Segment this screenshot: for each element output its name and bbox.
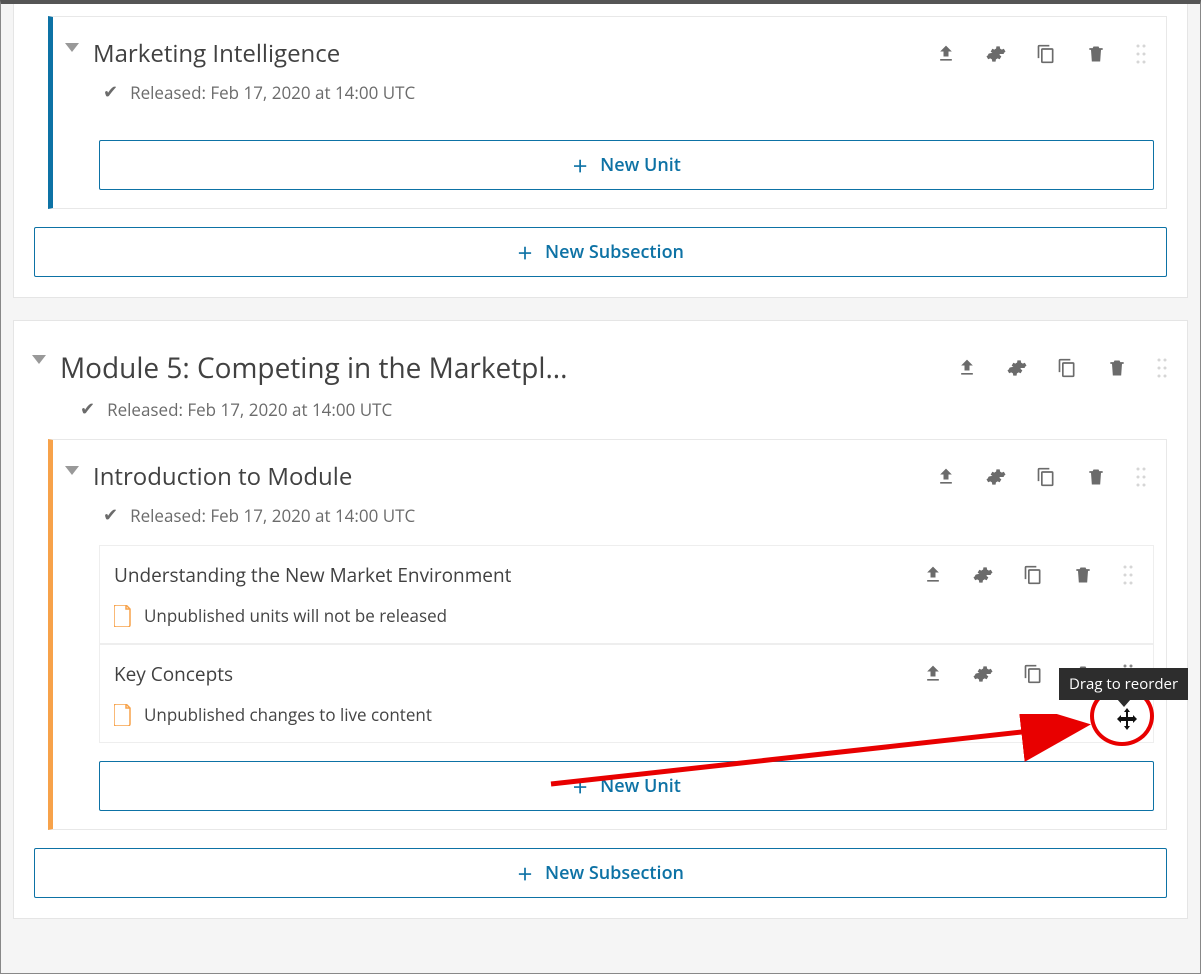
- unit-actions: [923, 564, 1133, 586]
- new-unit-label: New Unit: [600, 774, 681, 798]
- unit-title[interactable]: Key Concepts: [114, 661, 923, 687]
- section-card-module5: Module 5: Competing in the Marketpl... ✔…: [13, 320, 1188, 919]
- drag-handle-icon[interactable]: [1136, 43, 1146, 65]
- copy-icon[interactable]: [1023, 565, 1043, 585]
- caret-icon[interactable]: [65, 466, 79, 475]
- released-text: Released: Feb 17, 2020 at 14:00 UTC: [107, 398, 392, 421]
- unit-warning-text: Unpublished units will not be released: [144, 604, 447, 627]
- unit-warning-text: Unpublished changes to live content: [144, 703, 432, 726]
- check-icon: ✔: [103, 80, 118, 104]
- gear-icon[interactable]: [1007, 358, 1027, 378]
- subsection-title[interactable]: Introduction to Module: [93, 460, 936, 493]
- new-subsection-label: New Subsection: [545, 240, 684, 264]
- new-subsection-label: New Subsection: [545, 861, 684, 885]
- unit-key-concepts: Key Concepts Unpublished changes to live…: [99, 644, 1154, 743]
- unit-title[interactable]: Understanding the New Market Environment: [114, 562, 923, 588]
- released-text: Released: Feb 17, 2020 at 14:00 UTC: [130, 81, 415, 104]
- trash-icon[interactable]: [1086, 467, 1106, 487]
- trash-icon[interactable]: [1086, 44, 1106, 64]
- new-unit-button[interactable]: ＋ New Unit: [99, 140, 1154, 190]
- gear-icon[interactable]: [986, 44, 1006, 64]
- gear-icon[interactable]: [973, 664, 993, 684]
- drag-handle-icon[interactable]: [1123, 564, 1133, 586]
- plus-icon: ＋: [517, 861, 533, 885]
- caret-icon[interactable]: [65, 43, 79, 52]
- gear-icon[interactable]: [973, 565, 993, 585]
- subsection-actions: [936, 43, 1146, 65]
- gear-icon[interactable]: [986, 467, 1006, 487]
- unit-understanding-market: Understanding the New Market Environment…: [99, 545, 1154, 644]
- trash-icon[interactable]: [1073, 565, 1093, 585]
- publish-icon[interactable]: [923, 664, 943, 684]
- tooltip-drag-reorder: Drag to reorder: [1059, 668, 1188, 700]
- released-text: Released: Feb 17, 2020 at 14:00 UTC: [130, 504, 415, 527]
- plus-icon: ＋: [572, 153, 588, 177]
- plus-icon: ＋: [517, 240, 533, 264]
- file-warning-icon: [114, 605, 132, 627]
- publish-icon[interactable]: [936, 467, 956, 487]
- plus-icon: ＋: [572, 774, 588, 798]
- trash-icon[interactable]: [1107, 358, 1127, 378]
- copy-icon[interactable]: [1036, 44, 1056, 64]
- copy-icon[interactable]: [1057, 358, 1077, 378]
- copy-icon[interactable]: [1023, 664, 1043, 684]
- subsection-intro-module: Introduction to Module ✔ Released: Feb 1…: [48, 439, 1167, 830]
- subsection-actions: [936, 466, 1146, 488]
- new-subsection-button[interactable]: ＋ New Subsection: [34, 227, 1167, 277]
- section-actions: [957, 357, 1167, 379]
- new-unit-label: New Unit: [600, 153, 681, 177]
- copy-icon[interactable]: [1036, 467, 1056, 487]
- drag-handle-icon[interactable]: [1157, 357, 1167, 379]
- section-card-partial: Marketing Intelligence ✔ Released: Feb 1…: [13, 4, 1188, 298]
- new-unit-button[interactable]: ＋ New Unit: [99, 761, 1154, 811]
- drag-handle-icon[interactable]: [1136, 466, 1146, 488]
- subsection-title[interactable]: Marketing Intelligence: [93, 37, 936, 70]
- file-warning-icon: [114, 704, 132, 726]
- section-title[interactable]: Module 5: Competing in the Marketpl...: [60, 349, 957, 387]
- check-icon: ✔: [80, 397, 95, 421]
- publish-icon[interactable]: [923, 565, 943, 585]
- publish-icon[interactable]: [957, 358, 977, 378]
- publish-icon[interactable]: [936, 44, 956, 64]
- caret-icon[interactable]: [32, 355, 46, 364]
- new-subsection-button[interactable]: ＋ New Subsection: [34, 848, 1167, 898]
- check-icon: ✔: [103, 503, 118, 527]
- subsection-marketing-intelligence: Marketing Intelligence ✔ Released: Feb 1…: [48, 16, 1167, 209]
